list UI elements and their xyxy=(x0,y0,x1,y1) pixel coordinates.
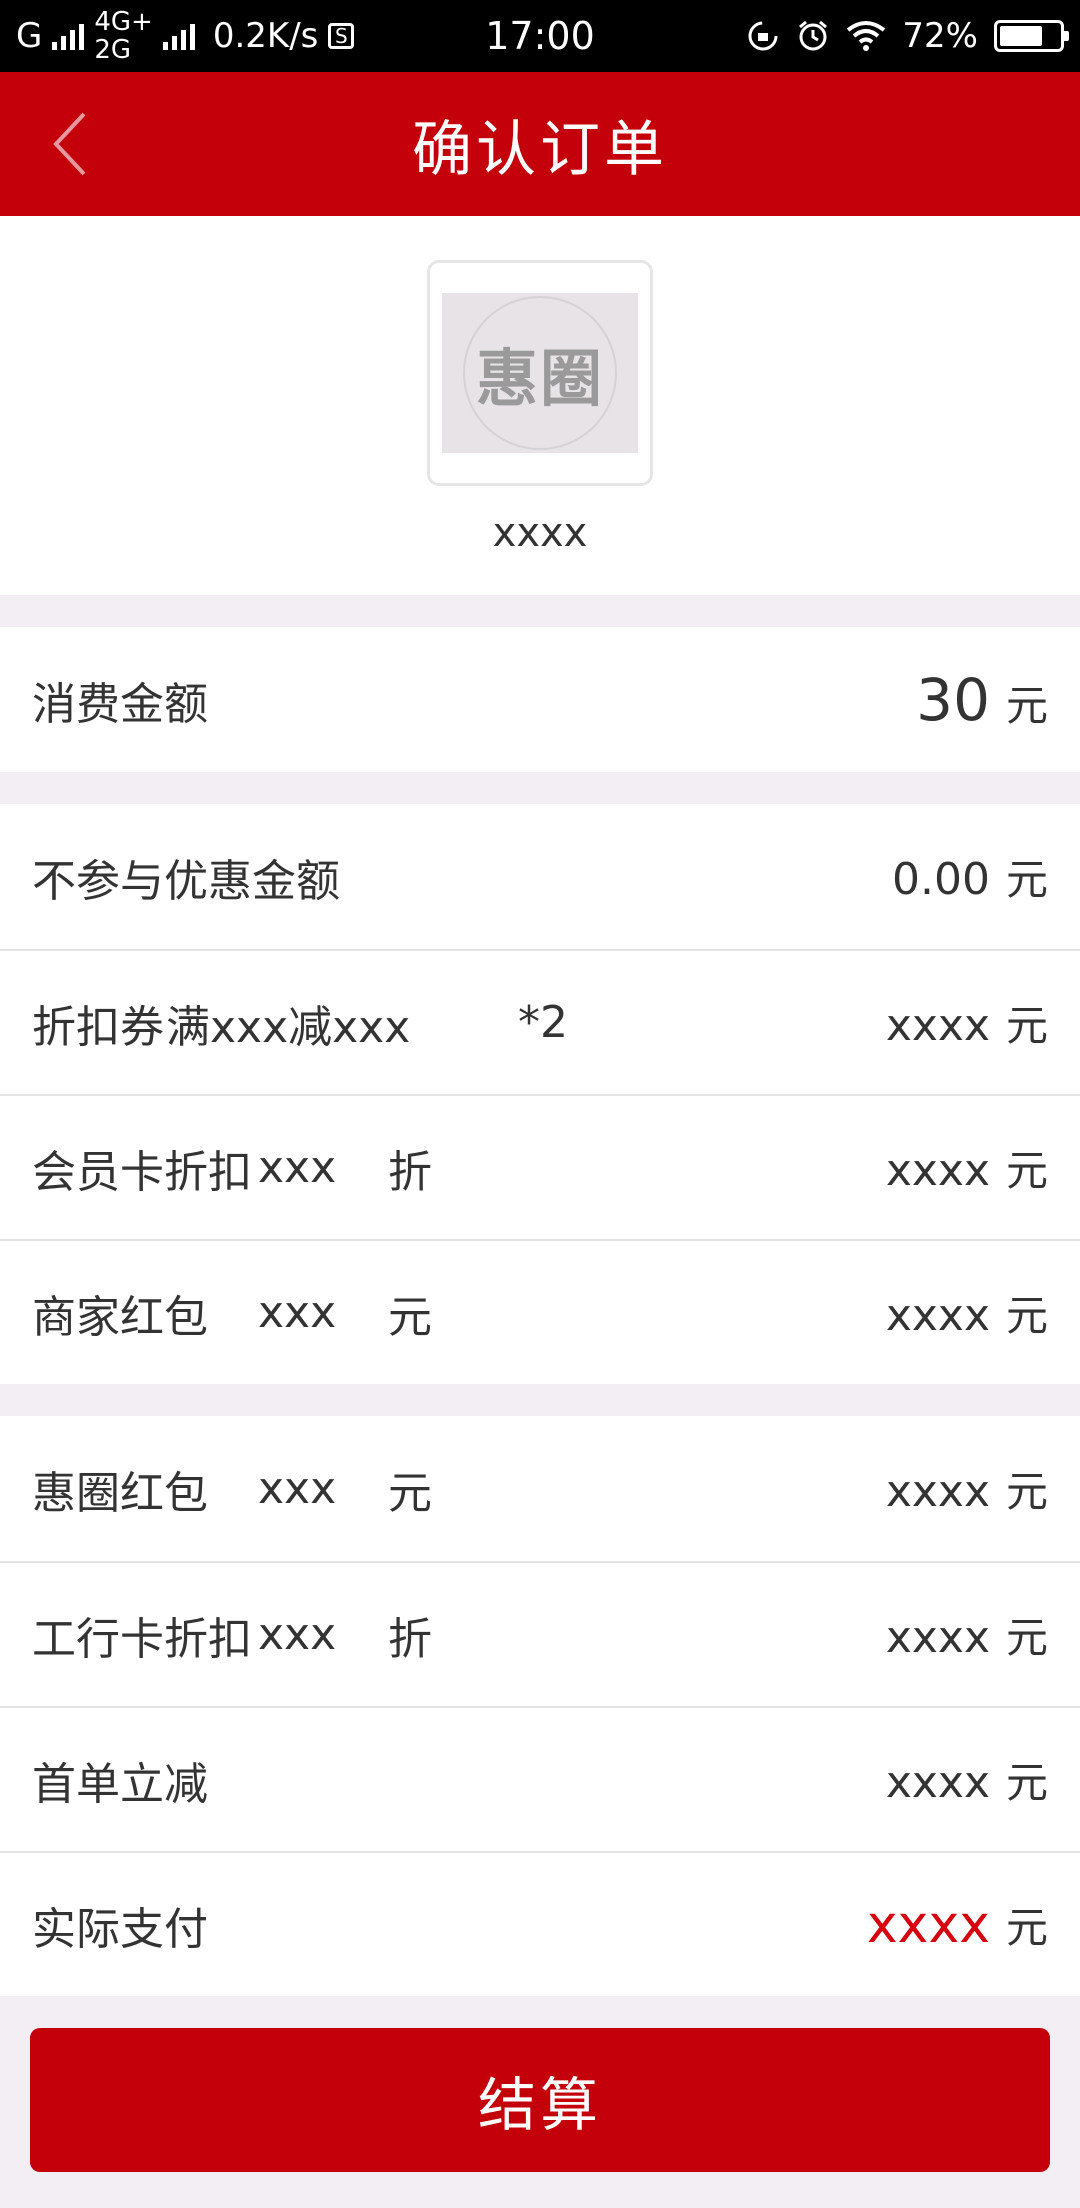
discount-suffix: 折 xyxy=(388,1613,432,1665)
row-label: 消费金额 xyxy=(32,678,208,730)
row-amount: 30 元 xyxy=(916,666,1048,734)
row-value: xxxx xyxy=(885,1145,990,1196)
unit-label: 元 xyxy=(1005,1146,1048,1195)
consumption-amount-value: 30 xyxy=(916,665,990,734)
unit-label: 元 xyxy=(1005,855,1048,904)
row-value: xxxx xyxy=(885,1757,990,1808)
row-amount: xxxx 元 xyxy=(867,1894,1048,1955)
row-label: 工行卡折扣 xyxy=(32,1613,252,1665)
row-value: 0.00 xyxy=(892,854,990,905)
first-order-discount-row: 首单立减 xxxx 元 xyxy=(0,1706,1080,1851)
unit-label: 元 xyxy=(1005,1291,1048,1340)
row-value: xxxx xyxy=(885,1612,990,1663)
icbc-card-discount-row[interactable]: 工行卡折扣 xxx 折 xxxx 元 xyxy=(0,1561,1080,1706)
coupon-detail: 满xxx减xxx xyxy=(166,1001,411,1053)
row-amount: xxxx 元 xyxy=(886,1458,1048,1519)
battery-icon xyxy=(994,20,1069,52)
page-title: 确认订单 xyxy=(412,114,668,185)
red-packet-amount: xxx xyxy=(258,1463,337,1514)
coupon-quantity: *2 xyxy=(518,997,568,1048)
status-bar: G 4G+ 2G 0.2K/s S 17:00 72% xyxy=(0,0,1080,72)
logo-text: 惠圈 xyxy=(475,342,604,415)
chevron-left-icon xyxy=(53,112,86,176)
row-label: 实际支付 xyxy=(32,1903,208,1955)
discount-section: 不参与优惠金额 0.00 元 折扣券 满xxx减xxx *2 xxxx 元 会员… xyxy=(0,804,1080,1384)
unit-label: 元 xyxy=(1005,1903,1048,1952)
amount-section: 消费金额 30 元 xyxy=(0,627,1080,772)
coupon-row[interactable]: 折扣券 满xxx减xxx *2 xxxx 元 xyxy=(0,949,1080,1094)
merchant-logo: 惠圈 xyxy=(427,260,653,486)
row-value: xxxx xyxy=(885,1000,990,1051)
actual-payment-value: xxxx xyxy=(866,1895,990,1955)
row-amount: xxxx 元 xyxy=(886,1137,1048,1198)
checkout-area: 结算 xyxy=(0,1996,1080,2172)
row-amount: xxxx 元 xyxy=(886,1749,1048,1810)
unit-label: 元 xyxy=(1005,1001,1048,1050)
status-right: 72% xyxy=(746,0,1069,72)
row-amount: xxxx 元 xyxy=(886,992,1048,1053)
unit-label: 元 xyxy=(1005,1613,1048,1662)
row-amount: xxxx 元 xyxy=(886,1604,1048,1665)
unit-label: 元 xyxy=(1005,1758,1048,1807)
merchant-name: xxxx xyxy=(492,510,588,556)
row-amount: 0.00 元 xyxy=(892,846,1048,907)
alarm-icon xyxy=(799,20,828,51)
wifi-icon xyxy=(847,21,886,51)
merchant-red-packet-row[interactable]: 商家红包 xxx 元 xxxx 元 xyxy=(0,1239,1080,1384)
row-value: xxxx xyxy=(885,1290,990,1341)
row-label: 折扣券 xyxy=(32,1001,164,1053)
row-amount: xxxx 元 xyxy=(886,1282,1048,1343)
row-label: 不参与优惠金额 xyxy=(32,855,340,907)
row-value: xxxx xyxy=(885,1466,990,1517)
logo-placeholder: 惠圈 xyxy=(442,293,638,453)
red-packet-unit: 元 xyxy=(388,1291,432,1343)
member-card-discount-row[interactable]: 会员卡折扣 xxx 折 xxxx 元 xyxy=(0,1094,1080,1239)
consumption-amount-row: 消费金额 30 元 xyxy=(0,627,1080,772)
rotation-lock-icon xyxy=(748,21,778,51)
battery-percent: 72% xyxy=(902,16,978,56)
discount-suffix: 折 xyxy=(388,1146,432,1198)
discount-rate: xxx xyxy=(258,1142,337,1193)
row-label: 会员卡折扣 xyxy=(32,1146,252,1198)
row-label: 首单立减 xyxy=(32,1758,208,1810)
unit-label: 元 xyxy=(1005,1467,1048,1516)
discount-rate: xxx xyxy=(258,1609,337,1660)
checkout-button[interactable]: 结算 xyxy=(30,2028,1050,2172)
red-packet-unit: 元 xyxy=(388,1467,432,1519)
actual-payment-row: 实际支付 xxxx 元 xyxy=(0,1851,1080,1996)
nav-bar: 确认订单 xyxy=(0,72,1080,216)
extra-discount-section: 惠圈红包 xxx 元 xxxx 元 工行卡折扣 xxx 折 xxxx 元 首单立… xyxy=(0,1416,1080,1996)
huiquan-red-packet-row[interactable]: 惠圈红包 xxx 元 xxxx 元 xyxy=(0,1416,1080,1561)
back-button[interactable] xyxy=(40,108,100,180)
red-packet-amount: xxx xyxy=(258,1287,337,1338)
row-label: 商家红包 xyxy=(32,1291,208,1343)
unit-label: 元 xyxy=(1005,680,1048,730)
excluded-amount-row[interactable]: 不参与优惠金额 0.00 元 xyxy=(0,804,1080,949)
row-label: 惠圈红包 xyxy=(32,1467,208,1519)
